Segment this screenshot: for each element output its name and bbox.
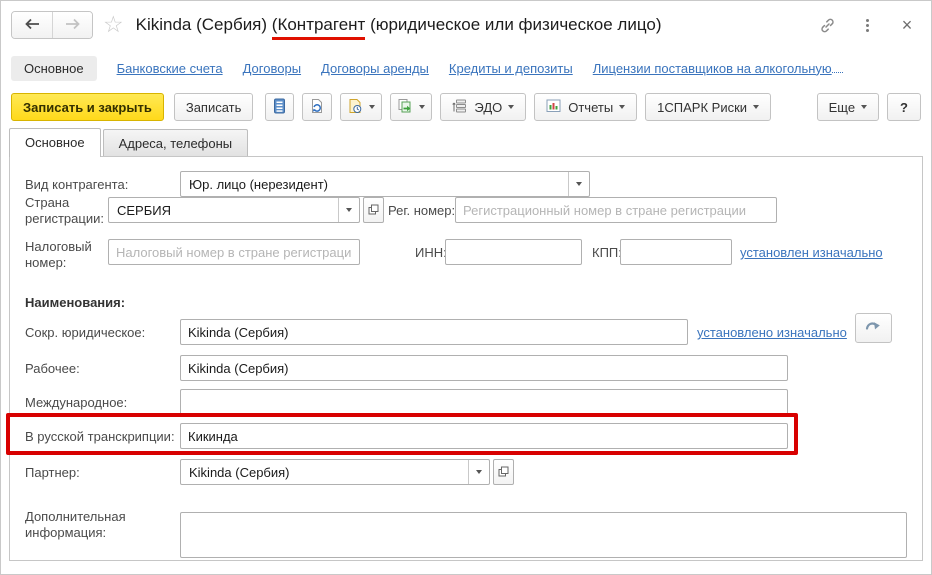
link-icon[interactable] xyxy=(817,15,837,35)
favorite-icon[interactable]: ☆ xyxy=(103,13,124,37)
taxnum-label: Налоговый номер: xyxy=(25,239,92,270)
title-suffix: (юридическое или физическое лицо) xyxy=(365,15,662,34)
dropdown-icon[interactable] xyxy=(568,172,589,196)
nav-item-bank-accounts[interactable]: Банковские счета xyxy=(117,61,223,76)
nav-item-contracts[interactable]: Договоры xyxy=(243,61,301,76)
partner-label: Партнер: xyxy=(25,465,80,480)
save-button[interactable]: Записать xyxy=(173,93,254,121)
working-name-input[interactable] xyxy=(180,355,788,381)
kpp-input[interactable] xyxy=(620,239,732,265)
dropdown-icon[interactable] xyxy=(468,460,489,484)
dropdown-icon xyxy=(753,105,760,109)
short-name-initial-link[interactable]: установлено изначально xyxy=(697,325,847,340)
kpp-label: КПП: xyxy=(592,245,622,260)
tab-addresses-phones[interactable]: Адреса, телефоны xyxy=(102,129,249,156)
page-title: Kikinda (Сербия) (Контрагент (юридическо… xyxy=(135,15,662,40)
copy-document-icon xyxy=(397,98,413,117)
nav-item-lease-contracts[interactable]: Договоры аренды xyxy=(321,61,429,76)
edo-button[interactable]: ЭДО xyxy=(440,93,527,121)
regnum-label: Рег. номер: xyxy=(388,203,456,218)
counterparty-form-window: ☆ Kikinda (Сербия) (Контрагент (юридичес… xyxy=(0,0,932,575)
spark-risks-button-label: 1СПАРК Риски xyxy=(657,99,748,115)
help-button[interactable]: ? xyxy=(887,93,921,121)
history-nav-group xyxy=(11,11,93,39)
reports-button[interactable]: Отчеты xyxy=(534,93,638,121)
dropdown-icon xyxy=(419,105,426,109)
form-panel: Вид контрагента: Юр. лицо (нерезидент) С… xyxy=(6,156,923,561)
menu-icon[interactable] xyxy=(857,15,877,35)
names-section-header: Наименования: xyxy=(25,295,126,310)
open-icon xyxy=(368,203,379,218)
refill-icon xyxy=(865,320,882,336)
additional-info-label: Дополнительная информация: xyxy=(25,509,126,540)
kind-value: Юр. лицо (нерезидент) xyxy=(189,176,328,192)
inn-input[interactable] xyxy=(445,239,582,265)
nav-item-credits-deposits[interactable]: Кредиты и депозиты xyxy=(449,61,573,76)
transcription-label: В русской транскрипции: xyxy=(25,429,175,444)
partner-combobox[interactable]: Kikinda (Сербия) xyxy=(180,459,490,485)
country-open-button[interactable] xyxy=(363,197,384,223)
partner-value: Kikinda (Сербия) xyxy=(189,464,290,480)
close-icon[interactable]: × xyxy=(897,15,917,35)
post-document-button[interactable] xyxy=(302,93,333,121)
dropdown-icon xyxy=(619,105,626,109)
history-button[interactable] xyxy=(340,93,383,121)
titlebar: ☆ Kikinda (Сербия) (Контрагент (юридичес… xyxy=(1,1,931,49)
refill-names-button[interactable] xyxy=(855,313,892,343)
dropdown-icon xyxy=(369,105,376,109)
record-list-button[interactable] xyxy=(265,93,295,121)
save-and-close-button[interactable]: Записать и закрыть xyxy=(11,93,164,121)
more-button[interactable]: Еще xyxy=(816,93,880,121)
country-combobox[interactable]: СЕРБИЯ xyxy=(108,197,360,223)
partner-open-button[interactable] xyxy=(493,459,514,485)
edo-icon xyxy=(452,99,468,116)
regnum-input[interactable] xyxy=(455,197,777,223)
tab-main[interactable]: Основное xyxy=(9,128,101,157)
country-value: СЕРБИЯ xyxy=(117,202,171,218)
dropdown-icon xyxy=(861,105,868,109)
section-nav: Основное Банковские счета Договоры Догов… xyxy=(1,49,931,87)
toolbar: Записать и закрыть Записать ЭДО Отчеты 1… xyxy=(1,87,931,127)
copy-to-button[interactable] xyxy=(390,93,433,121)
open-icon xyxy=(498,465,509,480)
post-document-icon xyxy=(309,98,325,117)
title-prefix: Kikinda (Сербия) xyxy=(135,15,272,34)
working-name-label: Рабочее: xyxy=(25,361,80,376)
history-document-icon xyxy=(347,98,363,117)
reports-icon xyxy=(546,99,562,116)
short-name-input[interactable] xyxy=(180,319,688,345)
dropdown-icon xyxy=(508,105,515,109)
inn-label: ИНН: xyxy=(415,245,447,260)
kind-label: Вид контрагента: xyxy=(25,177,129,192)
international-name-label: Международное: xyxy=(25,395,128,410)
spark-risks-button[interactable]: 1СПАРК Риски xyxy=(645,93,772,121)
more-button-label: Еще xyxy=(828,99,856,115)
inn-initial-link[interactable]: установлен изначально xyxy=(740,245,883,260)
dropdown-icon[interactable] xyxy=(338,198,359,222)
country-label: Страна регистрации: xyxy=(25,195,104,226)
international-name-input[interactable] xyxy=(180,389,788,415)
forward-button[interactable] xyxy=(52,12,92,38)
short-name-label: Сокр. юридическое: xyxy=(25,325,146,340)
kind-combobox[interactable]: Юр. лицо (нерезидент) xyxy=(180,171,590,197)
back-icon xyxy=(24,18,40,33)
title-underlined-part: (Контрагент xyxy=(271,15,366,40)
edo-button-label: ЭДО xyxy=(474,99,503,115)
record-list-icon xyxy=(272,98,287,117)
additional-info-textarea[interactable] xyxy=(180,512,907,558)
nav-item-main-current[interactable]: Основное xyxy=(11,55,97,81)
transcription-input[interactable] xyxy=(180,423,788,449)
nav-item-alcohol-licenses[interactable]: Лицензии поставщиков на алкогольную xyxy=(593,61,843,76)
taxnum-input[interactable] xyxy=(108,239,360,265)
form-tabs: Основное Адреса, телефоны xyxy=(1,127,931,157)
forward-icon xyxy=(65,18,81,33)
reports-button-label: Отчеты xyxy=(568,99,614,115)
back-button[interactable] xyxy=(12,12,52,38)
